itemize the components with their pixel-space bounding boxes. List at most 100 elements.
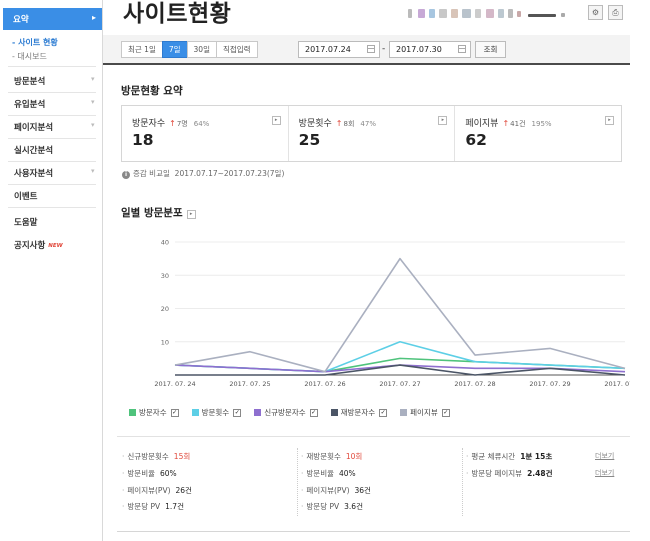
period-30day-button[interactable]: 30일 [186, 41, 217, 58]
summary-card-label: 방문횟수 [298, 119, 332, 129]
legend-checkbox[interactable]: ✓ [379, 408, 388, 417]
sidebar-item-label: 요약 [13, 15, 29, 25]
stat-value: 36건 [354, 486, 371, 495]
more-link-duration[interactable]: 더보기 [595, 451, 614, 461]
stat-new-pv-per-visit: 방문당 PV 1.7건 [122, 501, 184, 512]
stat-value: 1분 15초 [520, 452, 552, 461]
calendar-icon[interactable] [458, 45, 466, 53]
summary-card-percent: 47% [360, 120, 376, 128]
legend-label: 신규방문자수 [264, 408, 306, 417]
stat-value: 60% [160, 469, 177, 478]
summary-box: 방문자수 ↑7명 64% 18 ▸ 방문횟수 ↑8회 47% 25 ▸ 페이지뷰 ↑41건… [121, 105, 622, 162]
settings-gear-button[interactable]: ⚙ [588, 5, 603, 20]
redacted-site-name [462, 9, 471, 18]
sidebar-item-realtime-analysis[interactable]: 실시간분석 [14, 144, 53, 156]
summary-more-button[interactable]: ▸ [271, 116, 281, 125]
legend-swatch [191, 409, 199, 416]
daily-chart-title-row: 일별 방문분포 ▸ [121, 205, 196, 220]
redacted-site-name [498, 9, 504, 18]
chevron-right-icon: ▸ [608, 117, 611, 123]
legend-label: 페이지뷰 [410, 408, 438, 417]
stat-value: 15회 [173, 452, 191, 461]
summary-card-label: 페이지뷰 [465, 119, 499, 129]
page-header: 사이트현황 ⚙ ⎙ [103, 0, 650, 33]
stat-value: 10회 [345, 452, 363, 461]
sidebar-item-visit-analysis[interactable]: 방문분석 ▾ [14, 75, 95, 87]
more-link-pv[interactable]: 더보기 [595, 468, 614, 478]
legend-swatch [330, 409, 338, 416]
sidebar-item-event[interactable]: 이벤트 [14, 190, 37, 202]
x-tick-label: 2017. 07. 27 [379, 380, 420, 388]
summary-card-label-row: 방문횟수 ↑8회 47% [299, 116, 376, 129]
column-divider [297, 448, 298, 516]
divider [8, 66, 96, 67]
redacted-site-name [408, 9, 412, 18]
legend-checkbox[interactable]: ✓ [233, 408, 242, 417]
stat-new-pageviews: 페이지뷰(PV) 26건 [122, 485, 192, 496]
redacted-site-name [528, 14, 556, 17]
summary-card-value: 25 [298, 131, 321, 149]
summary-more-button[interactable]: ▸ [438, 116, 448, 125]
end-date-input[interactable]: 2017.07.30 [389, 41, 471, 58]
compare-label: 증감 비교일 [133, 169, 170, 178]
daily-chart-more-button[interactable]: ▸ [186, 210, 196, 219]
sidebar-item-label: 방문분석 [14, 77, 46, 87]
stat-label: 재방문횟수 [306, 452, 341, 461]
legend-checkbox[interactable]: ✓ [441, 408, 450, 417]
sidebar-subitem-site-status[interactable]: - 사이트 현황 [12, 37, 58, 48]
period-custom-button[interactable]: 직접입력 [215, 41, 258, 58]
summary-card-visitors: 방문자수 ↑7명 64% 18 ▸ [122, 106, 289, 161]
stat-revisits: 재방문횟수 10회 [301, 451, 362, 462]
legend-item[interactable]: 재방문자수 ✓ [330, 407, 388, 418]
divider [117, 531, 630, 532]
summary-card-percent: 195% [531, 120, 552, 128]
sidebar-item-label: 유입분석 [14, 100, 46, 110]
legend-checkbox[interactable]: ✓ [170, 408, 179, 417]
sidebar-item-summary[interactable]: 요약 ▸ [3, 8, 102, 30]
sidebar-item-user-analysis[interactable]: 사용자분석 ▾ [14, 167, 95, 179]
info-icon: i [122, 171, 130, 179]
divider [8, 161, 96, 162]
summary-more-button[interactable]: ▸ [605, 116, 615, 125]
start-date-value: 2017.07.24 [305, 45, 351, 54]
period-1day-button[interactable]: 최근 1일 [121, 41, 163, 58]
sidebar-subitem-dashboard[interactable]: - 대시보드 [12, 51, 47, 62]
legend-item[interactable]: 방문횟수 ✓ [191, 407, 242, 418]
legend-label: 재방문자수 [340, 408, 376, 417]
stat-label: 평균 체류시간 [471, 452, 516, 461]
sidebar-item-label: 도움말 [14, 218, 38, 228]
legend-swatch [400, 409, 408, 416]
date-range-dash: - [382, 44, 386, 54]
summary-card-value: 18 [132, 131, 154, 149]
start-date-input[interactable]: 2017.07.24 [298, 41, 380, 58]
series-line [174, 340, 626, 373]
stat-value-text: 1분 15초 [520, 452, 553, 461]
stat-revisit-pageviews: 페이지뷰(PV) 36건 [301, 485, 371, 496]
sidebar-item-notice[interactable]: 공지사항 NEW [14, 239, 63, 251]
sidebar-item-label: 사용자분석 [14, 169, 54, 179]
sidebar-item-page-analysis[interactable]: 페이지분석 ▾ [14, 121, 95, 133]
legend-item[interactable]: 방문자수 ✓ [129, 407, 179, 418]
daily-chart-title: 일별 방문분포 [121, 207, 183, 219]
summary-card-pageviews: 페이지뷰 ↑41건 195% 62 ▸ [455, 106, 621, 161]
stat-label: 방문당 PV [127, 502, 161, 511]
summary-card-visits: 방문횟수 ↑8회 47% 25 ▸ [289, 106, 456, 161]
print-button[interactable]: ⎙ [608, 5, 623, 20]
sidebar-item-inflow-analysis[interactable]: 유입분석 ▾ [14, 98, 95, 110]
summary-card-label-row: 방문자수 ↑7명 64% [132, 116, 209, 129]
legend-item[interactable]: 페이지뷰 ✓ [400, 407, 450, 418]
period-7day-button[interactable]: 7일 [161, 41, 188, 58]
sidebar: 요약 ▸ - 사이트 현황 - 대시보드 방문분석 ▾ 유입분석 ▾ 페이지분석 ▾ … [0, 0, 103, 541]
summary-card-label-row: 페이지뷰 ↑41건 195% [465, 116, 551, 129]
summary-card-delta: 7명 [176, 120, 188, 128]
sidebar-item-help[interactable]: 도움말 [14, 216, 37, 228]
legend-item[interactable]: 신규방문자수 ✓ [254, 407, 318, 418]
stat-value-text: 2.48건 [527, 469, 553, 478]
divider [8, 207, 96, 208]
legend-checkbox[interactable]: ✓ [309, 408, 318, 417]
calendar-icon[interactable] [367, 45, 375, 53]
daily-visit-line-chart: 10 20 30 40 2017. 07. 24 2017. 07. 25 2017. 07… [154, 239, 630, 389]
stat-value: 3.6건 [344, 502, 363, 511]
search-button[interactable]: 조회 [475, 41, 506, 58]
chart-legend: 방문자수 ✓ 방문횟수 ✓ 신규방문자수 ✓ 재방문자수 ✓ 페이지뷰 ✓ [129, 407, 463, 418]
